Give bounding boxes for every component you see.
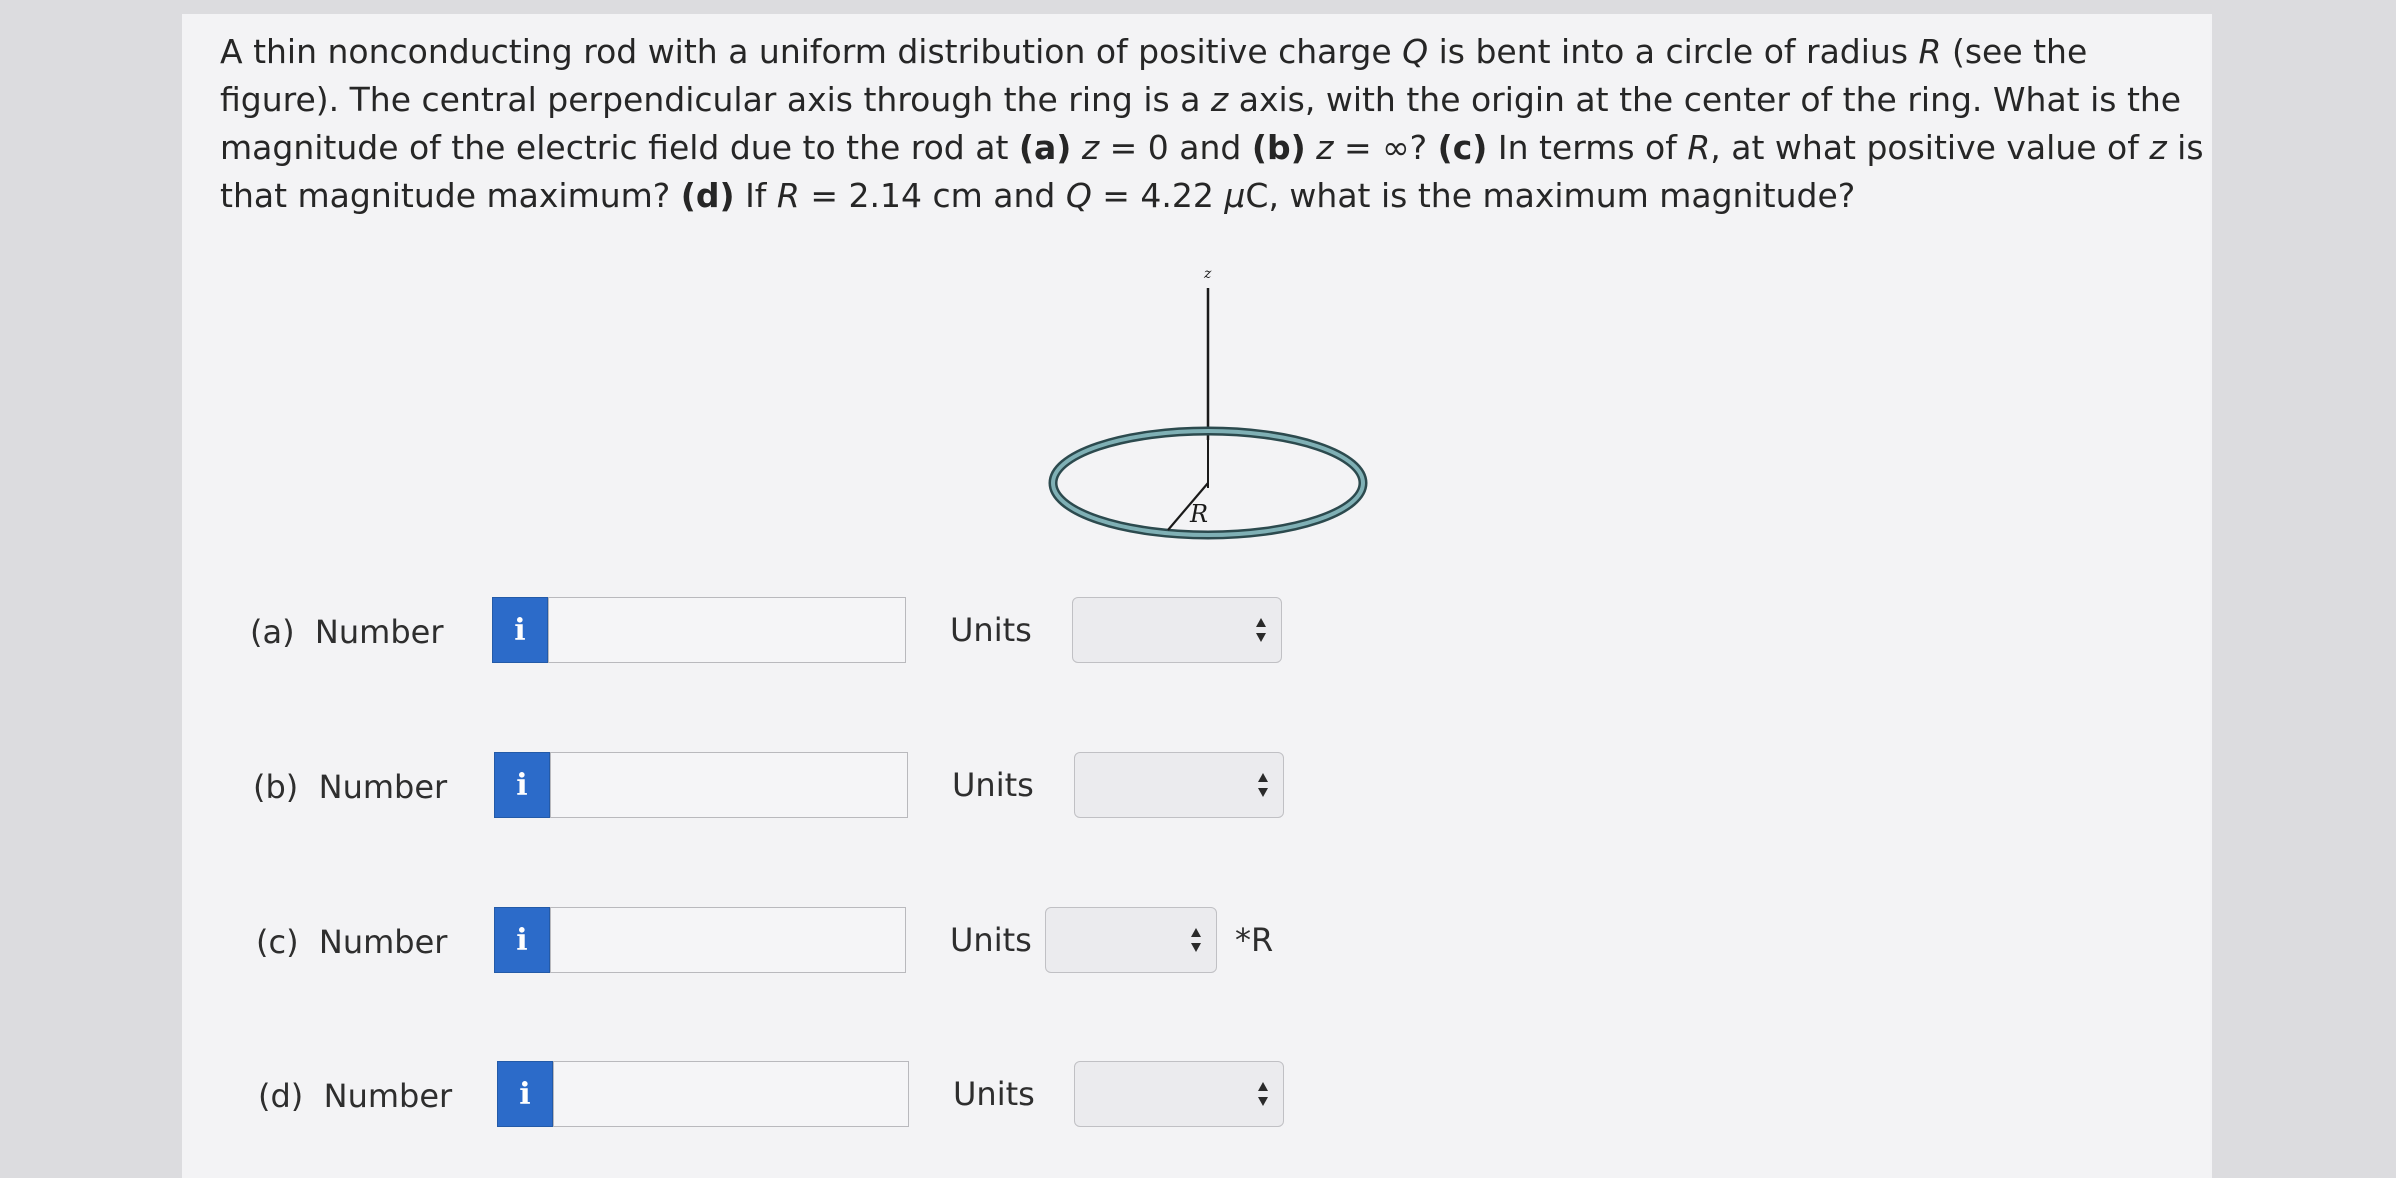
units-label: Units: [950, 921, 1032, 959]
number-label: Number: [318, 923, 448, 961]
part-letter: (c): [256, 923, 299, 961]
question-segment: z: [1316, 128, 1334, 167]
number-label: Number: [314, 613, 444, 651]
question-segment: [1306, 128, 1317, 167]
question-segment: R: [1687, 128, 1711, 167]
number-label: Number: [318, 768, 448, 806]
part-letter: (d): [258, 1077, 304, 1115]
units-label: Units: [950, 611, 1032, 649]
question-segment: Q: [1065, 176, 1092, 215]
number-input[interactable]: [550, 752, 908, 818]
question-segment: is bent into a circle of radius: [1428, 32, 1919, 71]
question-segment: R: [776, 176, 800, 215]
question-segment: A thin nonconducting rod with a uniform …: [220, 32, 1403, 71]
units-suffix: *R: [1235, 921, 1274, 959]
units-select[interactable]: [1074, 752, 1284, 818]
part-label: (c) Number: [256, 923, 447, 961]
units-label: Units: [953, 1075, 1035, 1113]
info-icon-button[interactable]: i: [494, 907, 550, 973]
part-letter: (b): [253, 768, 299, 806]
part-label: (d) Number: [258, 1077, 452, 1115]
up-down-arrows-icon: [1258, 1082, 1268, 1106]
question-segment: = ∞?: [1333, 128, 1438, 167]
question-segment: In terms of: [1487, 128, 1688, 167]
up-down-arrows-icon: [1191, 928, 1201, 952]
info-icon-button[interactable]: i: [492, 597, 548, 663]
question-segment: = 4.22: [1091, 176, 1225, 215]
question-segment: z: [2149, 128, 2167, 167]
question-segment: (a): [1018, 128, 1072, 167]
part-label: (b) Number: [253, 768, 447, 806]
part-letter: (a): [250, 613, 295, 651]
info-icon-button[interactable]: i: [494, 752, 550, 818]
radius-label: R: [1189, 500, 1208, 528]
question-segment: μ: [1224, 176, 1246, 215]
up-down-arrows-icon: [1258, 773, 1268, 797]
part-label: (a) Number: [250, 613, 443, 651]
question-segment: Q: [1402, 32, 1429, 71]
question-segment: R: [1918, 32, 1942, 71]
question-segment: If: [734, 176, 777, 215]
number-input[interactable]: [550, 907, 906, 973]
question-segment: , at what positive value of: [1710, 128, 2150, 167]
question-segment: z: [1081, 128, 1100, 167]
units-select[interactable]: [1072, 597, 1282, 663]
units-select[interactable]: [1045, 907, 1217, 973]
question-text: A thin nonconducting rod with a uniform …: [220, 28, 2205, 220]
z-axis-label: z: [1203, 266, 1212, 282]
info-icon-button[interactable]: i: [497, 1061, 553, 1127]
up-down-arrows-icon: [1256, 618, 1266, 642]
number-input[interactable]: [548, 597, 906, 663]
question-segment: [1071, 128, 1082, 167]
units-label: Units: [952, 766, 1034, 804]
question-segment: C, what is the maximum magnitude?: [1245, 176, 1856, 215]
question-segment: (b): [1251, 128, 1306, 167]
number-input[interactable]: [553, 1061, 909, 1127]
question-segment: (c): [1437, 128, 1488, 167]
question-segment: = 2.14 cm and: [799, 176, 1066, 215]
number-label: Number: [323, 1077, 453, 1115]
question-segment: z: [1210, 80, 1229, 119]
units-select[interactable]: [1074, 1061, 1284, 1127]
ring-figure: z R: [1048, 266, 1368, 540]
question-segment: = 0 and: [1099, 128, 1252, 167]
question-segment: (d): [680, 176, 735, 215]
